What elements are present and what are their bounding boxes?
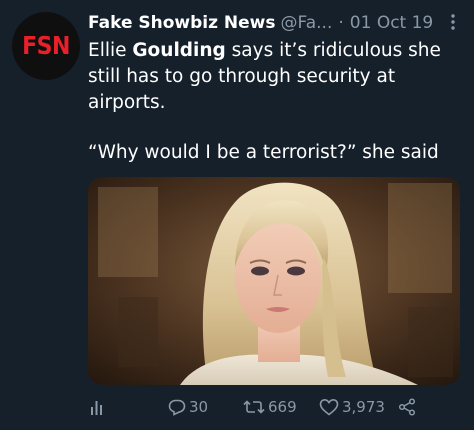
reply-icon — [168, 399, 186, 416]
tweet-header: Fake Showbiz News @Fa... · 01 Oct 19 — [88, 11, 464, 35]
avatar-logo-text: FSN — [22, 31, 70, 61]
tweet[interactable]: FSN Fake Showbiz News @Fa... · 01 Oct 19… — [0, 0, 474, 430]
analytics-icon — [91, 401, 102, 415]
tweet-date[interactable]: 01 Oct 19 — [350, 13, 433, 33]
tweet-text-pre: Ellie — [88, 40, 133, 61]
share-icon — [398, 398, 416, 416]
reply-count: 30 — [189, 398, 209, 416]
author-name[interactable]: Fake Showbiz News — [88, 13, 276, 33]
like-count: 3,973 — [342, 398, 385, 416]
action-bar: 30 669 3,973 — [88, 394, 468, 420]
avatar[interactable]: FSN — [12, 12, 80, 80]
tweet-text-line: Ellie Goulding says it’s ridiculous she … — [88, 38, 468, 116]
retweet-button[interactable]: 669 — [243, 394, 297, 420]
reply-button[interactable]: 30 — [168, 394, 208, 420]
header-separator: · — [338, 13, 344, 33]
more-vertical-icon[interactable] — [446, 14, 460, 35]
tweet-photo[interactable] — [88, 177, 460, 385]
author-handle[interactable]: @Fa... — [281, 13, 333, 33]
heart-icon — [319, 398, 339, 416]
tweet-text-bold: Goulding — [132, 40, 226, 61]
tweet-quote: “Why would I be a terrorist?” she said — [88, 142, 439, 163]
share-button[interactable] — [398, 394, 416, 420]
like-button[interactable]: 3,973 — [319, 394, 385, 420]
analytics-button[interactable] — [90, 394, 106, 420]
tweet-text: Ellie Goulding says it’s ridiculous she … — [88, 38, 468, 166]
retweet-count: 669 — [268, 398, 297, 416]
photo-image — [88, 177, 460, 385]
retweet-icon — [243, 400, 265, 414]
